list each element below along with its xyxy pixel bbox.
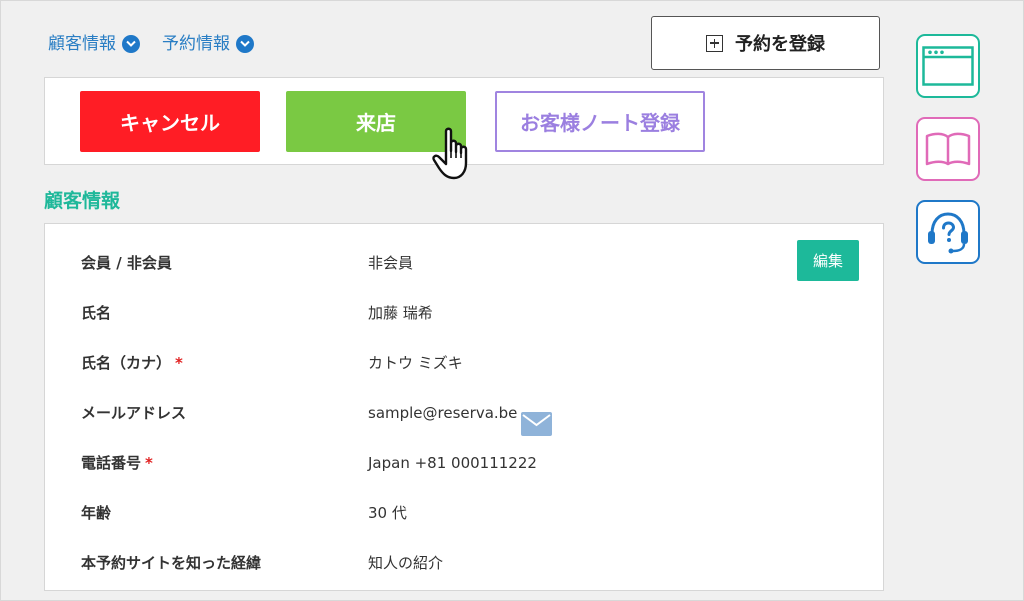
field-value: sample@reserva.be [368,404,518,422]
field-label-text: 電話番号 [81,454,142,472]
register-reservation-button[interactable]: 予約を登録 [651,16,880,70]
nav-customer-info-label: 顧客情報 [48,34,116,54]
cancel-button[interactable]: キャンセル [80,91,260,152]
chevron-down-icon [122,35,140,53]
help-support-button[interactable] [916,200,980,264]
mail-icon[interactable] [521,412,552,436]
section-title: 顧客情報 [44,190,121,212]
field-label-text: 年齢 [81,504,112,522]
browser-window-icon [922,46,974,86]
field-label-text: メールアドレス [81,404,187,422]
field-value: 非会員 [368,254,414,272]
field-row-age: 年齢 30 代 [45,501,883,525]
plus-box-icon [706,34,723,52]
field-value: 加藤 瑞希 [368,304,433,322]
nav-customer-info[interactable]: 顧客情報 [48,32,140,56]
required-mark: * [145,454,153,472]
field-label: 年齢 [81,501,111,525]
field-value: カトウ ミズキ [368,354,463,372]
manual-button[interactable] [916,117,980,181]
field-label: メールアドレス [81,401,186,425]
customer-note-button[interactable]: お客様ノート登録 [495,91,705,152]
field-value: 30 代 [368,504,407,522]
field-row-phone: 電話番号 * Japan +81 000111222 [45,451,883,475]
nav-reservation-info[interactable]: 予約情報 [162,32,254,56]
top-nav: 顧客情報 予約情報 [48,32,254,56]
browser-window-button[interactable] [916,34,980,98]
chevron-down-icon [236,35,254,53]
field-label: 氏名（カナ） * [81,351,183,375]
field-label: 本予約サイトを知った経緯 [81,551,261,575]
field-label-text: 氏名 [81,304,112,322]
nav-reservation-info-label: 予約情報 [162,34,230,54]
field-label: 電話番号 * [81,451,153,475]
field-row-membership: 会員 / 非会員 非会員 [45,251,883,275]
field-row-name: 氏名 加藤 瑞希 [45,301,883,325]
required-mark: * [175,354,183,372]
headset-help-icon [928,212,968,254]
field-label: 会員 / 非会員 [81,251,172,275]
field-row-referral: 本予約サイトを知った経緯 知人の紹介 [45,551,883,575]
field-value: Japan +81 000111222 [368,454,537,472]
field-label-text: 会員 / 非会員 [81,254,172,272]
field-value: 知人の紹介 [368,554,444,572]
field-row-email: メールアドレス sample@reserva.be [45,401,883,425]
customer-info-panel: 編集 会員 / 非会員 非会員 氏名 加藤 瑞希 氏名（カナ） * カトウ ミズキ… [44,223,884,591]
field-row-name-kana: 氏名（カナ） * カトウ ミズキ [45,351,883,375]
field-label-text: 本予約サイトを知った経緯 [81,554,262,572]
open-book-icon [925,132,971,166]
field-label: 氏名 [81,301,111,325]
hand-pointer-icon [432,127,468,180]
register-reservation-label: 予約を登録 [735,34,825,55]
field-label-text: 氏名（カナ） [81,354,172,372]
